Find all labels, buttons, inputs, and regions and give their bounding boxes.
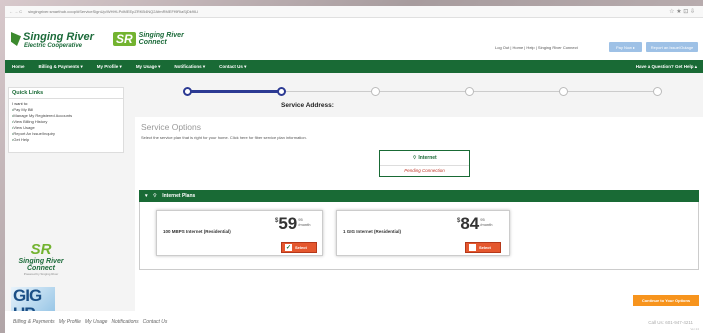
service-options-subtitle[interactable]: Select the service plan that is right fo…	[141, 135, 307, 140]
plan-card[interactable]: 100 MBPS Internet (Residential) $ 59 95/…	[156, 210, 323, 256]
footer-link-usage[interactable]: My Usage	[85, 319, 108, 325]
step-4[interactable]	[465, 87, 474, 96]
plan-card[interactable]: 1 GIG Internet (Residential) $ 84 95/mon…	[336, 210, 510, 256]
header-links[interactable]: Log Out | Home | Help | Singing River Co…	[495, 45, 578, 50]
chevron-down-icon: ▾	[145, 193, 148, 199]
plan-price: $ 84 95/month	[457, 215, 493, 232]
step-1[interactable]	[183, 87, 192, 96]
step-5[interactable]	[559, 87, 568, 96]
nav-item-home[interactable]: Home	[5, 64, 32, 69]
quick-links-intro: I want to:	[12, 101, 29, 106]
internet-plans-title: Internet Plans	[162, 193, 196, 199]
plan-name: 100 MBPS Internet (Residential)	[163, 229, 231, 234]
check-icon: ✓	[285, 244, 292, 251]
nav-item-usage[interactable]: My Usage ▾	[129, 64, 168, 70]
nav-item-help[interactable]: Have a Question? Get Help ▴	[629, 64, 703, 70]
promo-line2: Connect	[27, 265, 55, 272]
select-label: Select	[479, 245, 491, 250]
internet-plans-list: 100 MBPS Internet (Residential) $ 59 95/…	[139, 202, 699, 270]
price-period: /month	[480, 222, 493, 227]
promo-logo-mark: SR	[30, 241, 52, 258]
continue-button[interactable]: Continue to Your Options	[633, 295, 699, 306]
footer-link-contact[interactable]: Contact Us	[143, 319, 168, 325]
service-name: Internet	[418, 155, 437, 161]
checkbox-icon	[469, 244, 476, 251]
nav-item-notifications[interactable]: Notifications ▾	[167, 64, 212, 70]
price-period: /month	[298, 222, 311, 227]
logo-subtitle: Electric Cooperative	[24, 43, 83, 49]
current-step-label: Service Address:	[281, 102, 334, 109]
step-6[interactable]	[653, 87, 662, 96]
site-footer: Billing & Payments My Profile My Usage N…	[5, 311, 703, 333]
progress-stepper	[183, 87, 662, 97]
browser-toolbar: ← → C singingriver.smarthub.coop/#Servic…	[5, 6, 703, 18]
internet-plans-header[interactable]: ▾ ⌔ Internet Plans	[139, 190, 699, 202]
footer-links: Billing & Payments My Profile My Usage N…	[5, 319, 167, 325]
nav-item-profile[interactable]: My Profile ▾	[90, 64, 129, 70]
footer-phone: Call Us: 601-947-4211	[648, 319, 693, 325]
quick-links-title: Quick Links	[9, 88, 123, 99]
nav-item-contact[interactable]: Contact Us ▾	[212, 64, 253, 70]
cooperative-logo-mark-icon	[11, 32, 21, 46]
select-label: Select	[295, 245, 307, 250]
service-options-title: Service Options	[141, 122, 201, 132]
promo-tagline: Powered by Singing River	[23, 272, 59, 276]
plan-price: $ 59 95/month	[275, 215, 311, 232]
stepper-progress	[187, 90, 281, 93]
main-content: Service Address: Service Options Select …	[135, 73, 703, 311]
select-plan-button[interactable]: Select	[465, 242, 501, 253]
service-status: Pending Connection	[380, 165, 469, 173]
address-bar[interactable]: singingriver.smarthub.coop/#ServiceSignU…	[28, 9, 268, 14]
browser-window: ← → C singingriver.smarthub.coop/#Servic…	[5, 6, 703, 333]
footer-link-profile[interactable]: My Profile	[59, 319, 81, 325]
footer-version: Ver 24	[690, 327, 699, 331]
price-dollars: 59	[278, 214, 298, 233]
promo-line1: Singing River	[18, 258, 64, 265]
main-nav: Home Billing & Payments ▾ My Profile ▾ M…	[5, 60, 703, 73]
wifi-icon: ⌔	[152, 193, 158, 199]
quick-link-item[interactable]: Get Help	[12, 137, 120, 143]
quick-links-panel: Quick Links I want to: Pay My Bill Manag…	[8, 87, 124, 153]
connect-logo-mark: SR	[113, 32, 136, 46]
connect-promo[interactable]: SR Singing River Connect Powered by Sing…	[11, 241, 71, 276]
footer-link-billing[interactable]: Billing & Payments	[13, 319, 55, 325]
browser-tools[interactable]: ☆ ★ ⊡ ⇩	[669, 8, 703, 15]
logo-title: Singing River	[23, 31, 94, 43]
step-3[interactable]	[371, 87, 380, 96]
connect-logo-line2: Connect	[138, 39, 167, 46]
footer-link-notifications[interactable]: Notifications	[111, 319, 138, 325]
nav-item-billing[interactable]: Billing & Payments ▾	[32, 64, 90, 70]
price-dollars: 84	[460, 214, 480, 233]
site-header: Singing River Electric Cooperative SR Si…	[5, 18, 703, 60]
select-plan-button[interactable]: ✓ Select	[281, 242, 317, 253]
cooperative-logo[interactable]: Singing River Electric Cooperative	[11, 32, 94, 49]
sidebar: Quick Links I want to: Pay My Bill Manag…	[5, 73, 129, 333]
service-options-panel: Service Options Select the service plan …	[135, 117, 703, 311]
connect-logo[interactable]: SR Singing River Connect	[113, 32, 184, 46]
step-2[interactable]	[277, 87, 286, 96]
report-issue-button[interactable]: Report an Issue/Outage	[646, 42, 698, 52]
browser-nav-buttons[interactable]: ← → C	[5, 9, 22, 14]
connect-logo-line1: Singing River	[138, 32, 184, 39]
internet-service-card[interactable]: ⌔ Internet Pending Connection	[379, 150, 470, 177]
pay-now-button[interactable]: Pay Now ▸	[609, 42, 642, 52]
plan-name: 1 GIG Internet (Residential)	[343, 229, 402, 234]
